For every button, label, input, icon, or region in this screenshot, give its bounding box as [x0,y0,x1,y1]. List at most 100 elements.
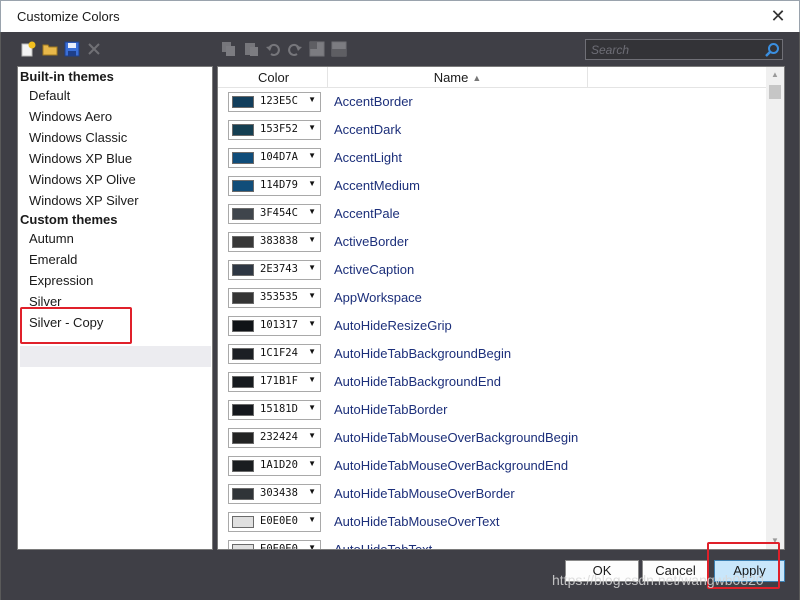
color-grid: Color Name ▲ 123E5C ▼ AccentBorder 153F52 ▼ Ac… [217,66,785,550]
color-name[interactable]: AutoHideTabBackgroundBegin [334,346,511,361]
dropdown-arrow-icon[interactable]: ▼ [308,459,316,468]
color-dropdown[interactable]: E0E0E0 ▼ [228,512,321,532]
theme-item-windows-aero[interactable]: Windows Aero [29,109,112,124]
dropdown-arrow-icon[interactable]: ▼ [308,123,316,132]
color-dropdown[interactable]: 353535 ▼ [228,288,321,308]
close-icon[interactable]: ✕ [765,5,791,29]
redo-icon[interactable] [287,41,303,57]
color-name[interactable]: AutoHideTabMouseOverText [334,514,499,529]
color-name[interactable]: AutoHideTabMouseOverBackgroundBegin [334,430,578,445]
color-row[interactable]: 114D79 ▼ AccentMedium [218,172,766,200]
color-row[interactable]: 1C1F24 ▼ AutoHideTabBackgroundBegin [218,340,766,368]
copy-icon[interactable] [221,41,237,57]
color-dropdown[interactable]: 3F454C ▼ [228,204,321,224]
dropdown-arrow-icon[interactable]: ▼ [308,95,316,104]
color-row[interactable]: 232424 ▼ AutoHideTabMouseOverBackgroundBeg… [218,424,766,452]
search-box[interactable]: Search [585,39,783,60]
color-dropdown[interactable]: 2E3743 ▼ [228,260,321,280]
color-row[interactable]: 1A1D20 ▼ AutoHideTabMouseOverBackgroundEnd [218,452,766,480]
dropdown-arrow-icon[interactable]: ▼ [308,515,316,524]
color-dropdown[interactable]: 114D79 ▼ [228,176,321,196]
color-name[interactable]: AccentLight [334,150,402,165]
color-row[interactable]: 153F52 ▼ AccentDark [218,116,766,144]
color-name[interactable]: AppWorkspace [334,290,422,305]
color-row[interactable]: 353535 ▼ AppWorkspace [218,284,766,312]
color-name[interactable]: AccentPale [334,206,400,221]
dropdown-arrow-icon[interactable]: ▼ [308,487,316,496]
color-dropdown[interactable]: 104D7A ▼ [228,148,321,168]
color-name[interactable]: AccentDark [334,122,401,137]
color-hex-value: E0E0E0 [260,543,298,550]
dropdown-arrow-icon[interactable]: ▼ [308,347,316,356]
column-header-color[interactable]: Color [220,67,328,88]
dropdown-arrow-icon[interactable]: ▼ [308,291,316,300]
color-dropdown[interactable]: 153F52 ▼ [228,120,321,140]
open-icon[interactable] [42,41,58,57]
theme-item-windows-xp-olive[interactable]: Windows XP Olive [29,172,136,187]
color-name[interactable]: AccentBorder [334,94,413,109]
color-dropdown[interactable]: 15181D ▼ [228,400,321,420]
dropdown-arrow-icon[interactable]: ▼ [308,375,316,384]
theme-item-emerald[interactable]: Emerald [29,252,77,267]
dropdown-arrow-icon[interactable]: ▼ [308,263,316,272]
color-row[interactable]: 15181D ▼ AutoHideTabBorder [218,396,766,424]
search-icon[interactable] [764,42,780,58]
dropdown-arrow-icon[interactable]: ▼ [308,431,316,440]
color-row[interactable]: 3F454C ▼ AccentPale [218,200,766,228]
list-view-icon[interactable] [331,41,347,57]
column-header-name[interactable]: Name ▲ [328,67,588,88]
color-name[interactable]: AutoHideTabMouseOverBorder [334,486,515,501]
scroll-thumb[interactable] [769,85,781,99]
color-name[interactable]: ActiveBorder [334,234,408,249]
color-name[interactable]: ActiveCaption [334,262,414,277]
dropdown-arrow-icon[interactable]: ▼ [308,235,316,244]
theme-item-autumn[interactable]: Autumn [29,231,74,246]
color-dropdown[interactable]: 1C1F24 ▼ [228,344,321,364]
color-row[interactable]: E0E0E0 ▼ AutoHideTabText [218,536,766,550]
color-dropdown[interactable]: 101317 ▼ [228,316,321,336]
color-row[interactable]: 101317 ▼ AutoHideResizeGrip [218,312,766,340]
theme-item-windows-xp-blue[interactable]: Windows XP Blue [29,151,132,166]
theme-item-default[interactable]: Default [29,88,70,103]
ok-button[interactable]: OK [565,560,639,582]
color-dropdown[interactable]: 383838 ▼ [228,232,321,252]
color-name[interactable]: AutoHideTabMouseOverBackgroundEnd [334,458,568,473]
color-row[interactable]: 104D7A ▼ AccentLight [218,144,766,172]
color-dropdown[interactable]: 232424 ▼ [228,428,321,448]
color-dropdown[interactable]: 303438 ▼ [228,484,321,504]
color-dropdown[interactable]: 123E5C ▼ [228,92,321,112]
dropdown-arrow-icon[interactable]: ▼ [308,403,316,412]
dropdown-arrow-icon[interactable]: ▼ [308,319,316,328]
dropdown-arrow-icon[interactable]: ▼ [308,207,316,216]
dropdown-arrow-icon[interactable]: ▼ [308,543,316,549]
color-row[interactable]: 2E3743 ▼ ActiveCaption [218,256,766,284]
paste-icon[interactable] [243,41,259,57]
color-row[interactable]: E0E0E0 ▼ AutoHideTabMouseOverText [218,508,766,536]
color-name[interactable]: AutoHideTabText [334,542,432,549]
color-row[interactable]: 383838 ▼ ActiveBorder [218,228,766,256]
color-dropdown[interactable]: E0E0E0 ▼ [228,540,321,550]
color-dropdown[interactable]: 1A1D20 ▼ [228,456,321,476]
color-row[interactable]: 123E5C ▼ AccentBorder [218,88,766,116]
theme-item-expression[interactable]: Expression [29,273,93,288]
color-name[interactable]: AccentMedium [334,178,420,193]
scroll-up-icon[interactable]: ▲ [766,67,784,83]
vertical-scrollbar[interactable]: ▲ ▼ [766,67,784,549]
color-name[interactable]: AutoHideResizeGrip [334,318,452,333]
delete-icon[interactable] [86,41,102,57]
color-name[interactable]: AutoHideTabBackgroundEnd [334,374,501,389]
grid-view-icon[interactable] [309,41,325,57]
dropdown-arrow-icon[interactable]: ▼ [308,151,316,160]
color-dropdown[interactable]: 171B1F ▼ [228,372,321,392]
save-icon[interactable] [64,41,80,57]
theme-item-windows-xp-silver[interactable]: Windows XP Silver [29,193,139,208]
theme-item-windows-classic[interactable]: Windows Classic [29,130,127,145]
new-theme-icon[interactable] [20,41,36,57]
cancel-button[interactable]: Cancel [642,560,709,582]
dropdown-arrow-icon[interactable]: ▼ [308,179,316,188]
undo-icon[interactable] [265,41,281,57]
color-name[interactable]: AutoHideTabBorder [334,402,447,417]
color-row[interactable]: 171B1F ▼ AutoHideTabBackgroundEnd [218,368,766,396]
color-row[interactable]: 303438 ▼ AutoHideTabMouseOverBorder [218,480,766,508]
color-hex-value: 1C1F24 [260,347,298,359]
